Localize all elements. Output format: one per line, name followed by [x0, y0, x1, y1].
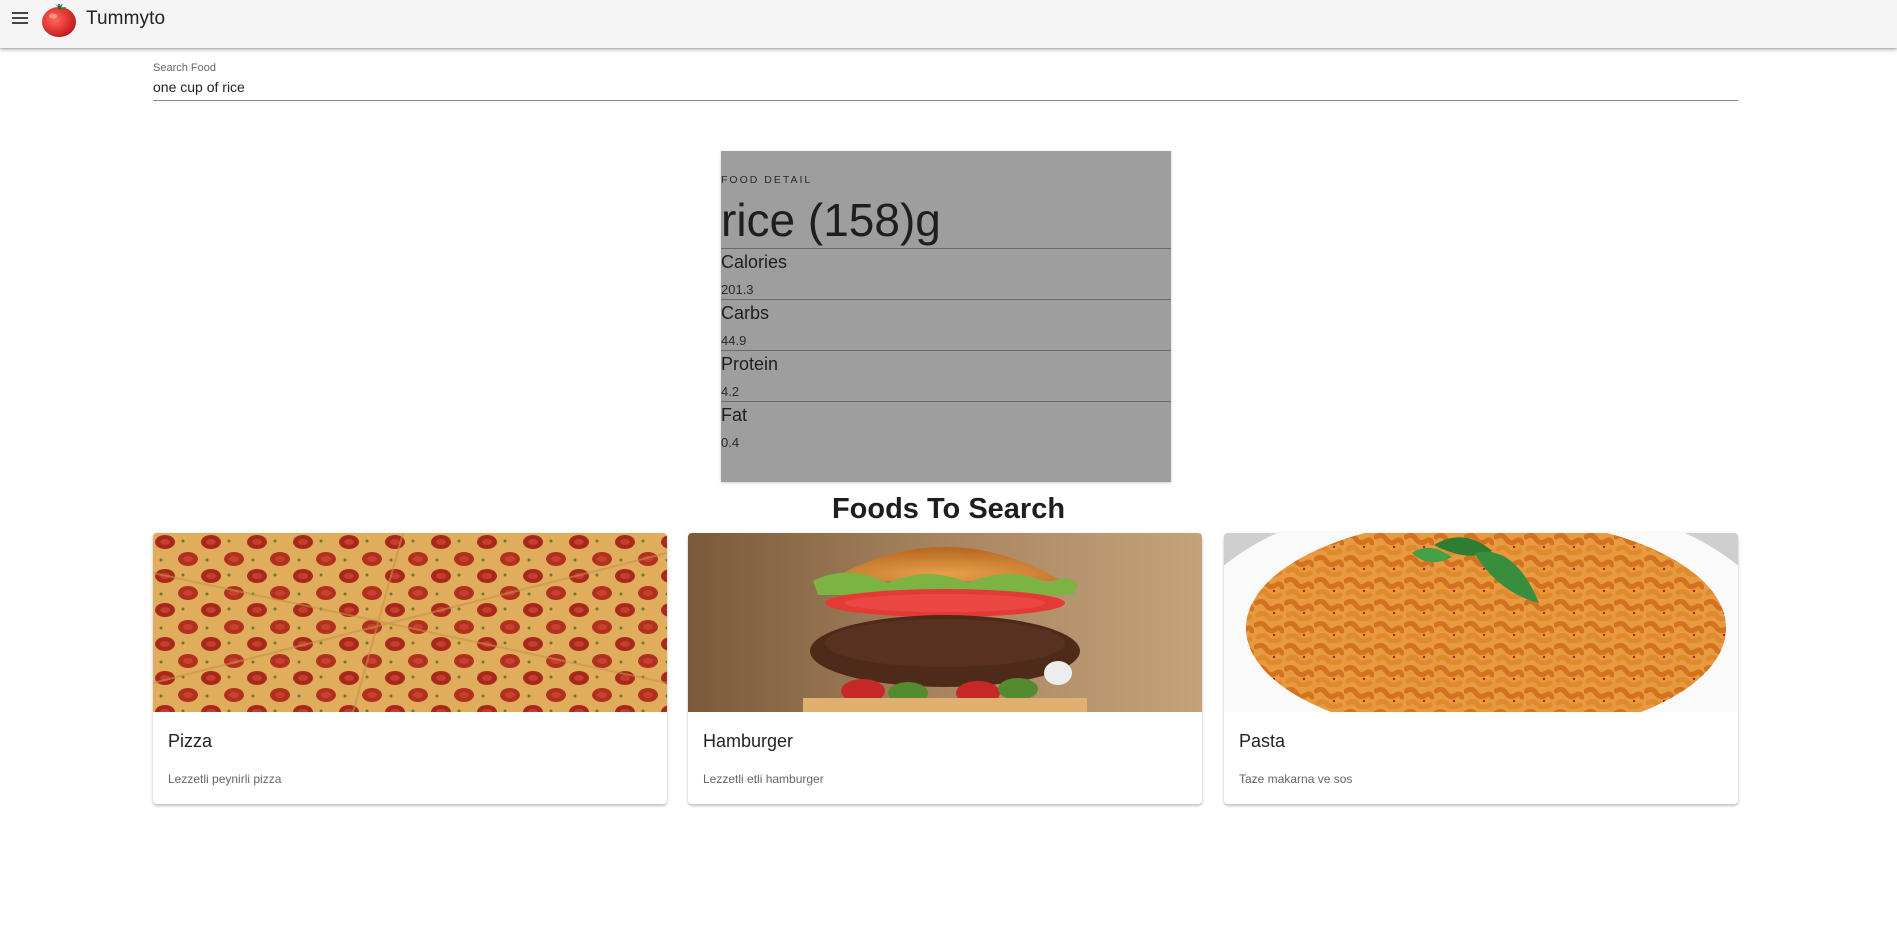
card-description: Lezzetli peynirli pizza	[168, 772, 282, 786]
nutrient-name: Protein	[721, 354, 779, 374]
app-title: Tummyto	[86, 8, 166, 29]
nutrient-value: 0.4	[721, 435, 740, 450]
nutrient-value: 4.2	[721, 384, 740, 399]
card-description: Lezzetli etli hamburger	[703, 772, 824, 786]
search-input[interactable]	[153, 77, 1738, 101]
nutrient-name: Fat	[721, 405, 748, 425]
nutrient-value: 44.9	[721, 333, 747, 348]
search-label: Search Food	[153, 62, 216, 74]
card-title: Hamburger	[703, 731, 794, 751]
nutrient-calories: Calories 201.3	[721, 248, 1171, 299]
card-description: Taze makarna ve sos	[1239, 772, 1353, 786]
nutrient-name: Calories	[721, 252, 788, 272]
food-detail-card: FOOD DETAIL rice (158)g Calories 201.3 C…	[721, 151, 1171, 482]
food-card-hamburger[interactable]: Hamburger Lezzetli etli hamburger	[688, 533, 1202, 804]
card-title: Pizza	[168, 731, 213, 751]
nutrient-fat: Fat 0.4	[721, 401, 1171, 452]
tomato-icon	[42, 3, 76, 37]
nutrient-name: Carbs	[721, 303, 770, 323]
food-card-pasta[interactable]: Pasta Taze makarna ve sos	[1224, 533, 1738, 804]
app-bar: Tummyto	[0, 0, 1897, 48]
nutrient-carbs: Carbs 44.9	[721, 299, 1171, 350]
food-detail-title: rice (158)g	[721, 194, 941, 246]
nutrient-value: 201.3	[721, 282, 754, 297]
card-title: Pasta	[1239, 731, 1286, 751]
menu-icon[interactable]	[8, 6, 32, 30]
food-card-pizza[interactable]: Pizza Lezzetli peynirli pizza	[153, 533, 667, 804]
pasta-image	[1224, 533, 1738, 712]
food-detail-overline: FOOD DETAIL	[721, 174, 813, 186]
hamburger-image	[688, 533, 1202, 712]
search-field: Search Food	[153, 62, 1738, 101]
section-heading: Foods To Search	[831, 493, 1066, 525]
nutrient-protein: Protein 4.2	[721, 350, 1171, 401]
pizza-image	[153, 533, 667, 712]
